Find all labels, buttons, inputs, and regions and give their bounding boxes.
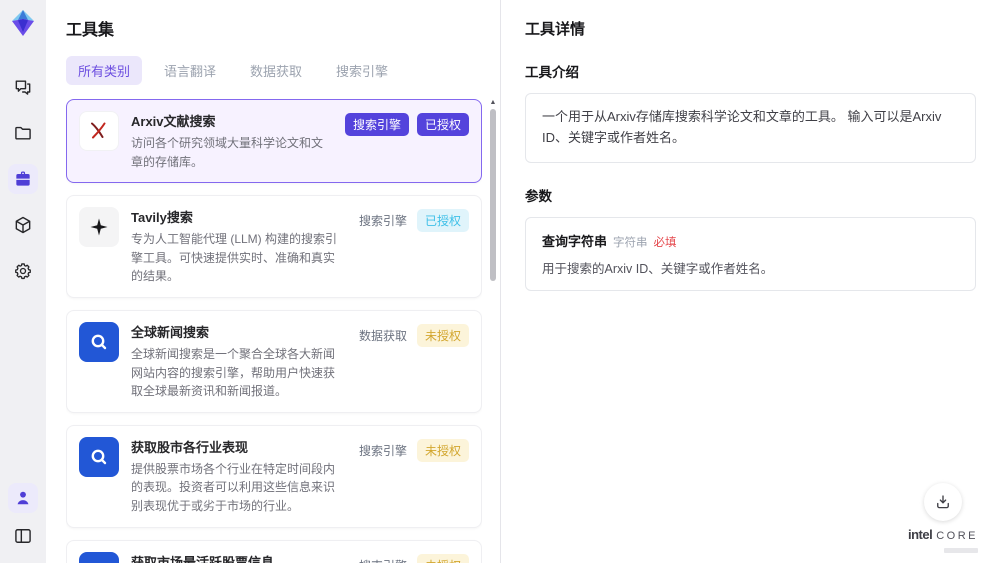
sidebar-bottom (8, 483, 38, 551)
auth-status-badge: 已授权 (416, 113, 469, 136)
auth-status-badge: 已授权 (416, 209, 469, 233)
category-badge: 搜索引擎 (358, 214, 407, 229)
tool-name: Arxiv文献搜索 (131, 114, 216, 129)
sidebar-item-files[interactable] (8, 118, 38, 148)
tool-card[interactable]: Tavily搜索专为人工智能代理 (LLM) 构建的搜索引擎工具。可快速提供实时… (66, 195, 482, 298)
tool-detail-panel: 工具详情 工具介绍 一个用于从Arxiv存储库搜索科学论文和文章的工具。 输入可… (500, 0, 1000, 563)
param-required-badge: 必填 (653, 236, 677, 249)
detail-title: 工具详情 (525, 21, 586, 38)
search-icon (79, 321, 119, 362)
tool-card[interactable]: Arxiv文献搜索访问各个研究领域大量科学论文和文章的存储库。 搜索引擎 已授权 (66, 99, 482, 184)
scroll-up-icon[interactable]: ▲ (488, 99, 498, 107)
tool-card[interactable]: 获取股市各行业表现提供股票市场各个行业在特定时间段内的表现。投资者可以利用这些信… (66, 424, 482, 528)
tool-badges: 搜索引擎未授权 (357, 437, 469, 516)
tool-badges: 搜索引擎未授权 (357, 552, 469, 563)
app-window: 工具集 所有类别 语言翻译 数据获取 搜索引擎 Arxiv文献搜索 访问各个研究领域大量… (0, 0, 1000, 563)
param-name: 查询字符串 (542, 233, 608, 249)
tool-card[interactable]: 全球新闻搜索全球新闻搜索是一个聚合全球各大新闻网站内容的搜索引擎，帮助用户快速获… (66, 309, 482, 413)
tab-category-1[interactable]: 语言翻译 (152, 56, 228, 85)
sidebar-nav (8, 72, 38, 286)
category-tabs: 所有类别 语言翻译 数据获取 搜索引擎 (66, 56, 500, 85)
download-icon (937, 495, 949, 509)
search-icon (79, 436, 119, 477)
user-icon (17, 491, 29, 505)
auth-status-badge: 未授权 (416, 323, 469, 347)
param-description: 用于搜索的Arxiv ID、关键字或作者姓名。 (542, 261, 774, 276)
download-button[interactable] (923, 483, 962, 521)
intel-core-logo: intel CORE (908, 527, 978, 542)
param-type: 字符串 (613, 236, 648, 249)
tool-name: 全球新闻搜索 (131, 324, 210, 340)
tool-description: 提供股票市场各个行业在特定时间段内的表现。投资者可以利用这些信息来识别表现优于或… (131, 461, 336, 513)
sidebar-rail (0, 0, 46, 563)
scrollbar-thumb[interactable] (490, 109, 496, 281)
tool-description: 专为人工智能代理 (LLM) 构建的搜索引擎工具。可快速提供实时、准确和真实的结… (131, 232, 338, 284)
param-head: 查询字符串 字符串 必填 (542, 231, 959, 250)
tools-panel: 工具集 所有类别 语言翻译 数据获取 搜索引擎 Arxiv文献搜索 访问各个研究领域大量… (46, 0, 500, 563)
core-wordmark: CORE (936, 530, 978, 542)
tool-name: Tavily搜索 (131, 210, 193, 226)
auth-status-badge: 未授权 (416, 553, 469, 563)
tool-name: 获取股市各行业表现 (131, 439, 249, 455)
briefcase-icon (16, 171, 30, 186)
sidebar-item-chat[interactable] (8, 72, 38, 102)
tool-card[interactable]: 获取市场最活跃股票信息提供当天交易量最高的股票列表，投资者可以利用这些信息来识别… (66, 539, 482, 563)
tab-category-0[interactable]: 所有类别 (66, 56, 143, 85)
sidebar-item-settings[interactable] (8, 256, 38, 286)
page-title: 工具集 (66, 22, 115, 39)
gear-icon (15, 263, 31, 280)
tab-category-2[interactable]: 数据获取 (238, 56, 314, 85)
intel-sub-badge (944, 548, 978, 553)
category-badge: 搜索引擎 (358, 443, 407, 458)
tool-intro-box: 一个用于从Arxiv存储库搜索科学论文和文章的工具。 输入可以是Arxiv ID… (525, 93, 976, 163)
param-box: 查询字符串 字符串 必填 用于搜索的Arxiv ID、关键字或作者姓名。 (525, 216, 976, 291)
tool-badges: 搜索引擎 已授权 (357, 207, 469, 286)
sidebar-item-models[interactable] (8, 210, 38, 240)
app-logo[interactable] (8, 8, 38, 38)
chat-icon (15, 80, 31, 95)
arxiv-icon (79, 111, 119, 151)
tool-badges: 数据获取 未授权 (357, 322, 469, 401)
intro-section-title: 工具介绍 (525, 65, 579, 80)
sidebar-item-tools[interactable] (8, 164, 38, 194)
folder-icon (15, 126, 31, 140)
sparkle-icon (79, 207, 119, 248)
tool-description: 全球新闻搜索是一个聚合全球各大新闻网站内容的搜索引擎，帮助用户快速获取全球最新资… (131, 346, 336, 399)
tool-list-wrap: Arxiv文献搜索 访问各个研究领域大量科学论文和文章的存储库。 搜索引擎 已授权 Ta… (66, 99, 500, 563)
corner-widgets: intel CORE (908, 483, 978, 553)
cube-icon (15, 216, 31, 234)
intel-wordmark: intel (907, 527, 933, 542)
scrollbar[interactable]: ▲ ▼ (488, 99, 498, 563)
panel-icon (15, 529, 31, 543)
params-section-title: 参数 (525, 188, 552, 204)
sidebar-item-panel-toggle[interactable] (8, 521, 38, 551)
auth-status-badge: 未授权 (416, 438, 469, 462)
sidebar-item-user[interactable] (8, 483, 38, 513)
category-badge: 搜索引擎 (357, 554, 409, 563)
tool-list: Arxiv文献搜索 访问各个研究领域大量科学论文和文章的存储库。 搜索引擎 已授权 Ta… (66, 99, 482, 563)
tool-badges: 搜索引擎 已授权 (344, 111, 469, 171)
category-badge: 数据获取 (358, 328, 407, 343)
tab-category-3[interactable]: 搜索引擎 (324, 56, 400, 85)
category-badge: 搜索引擎 (344, 113, 409, 136)
search-icon (79, 551, 119, 563)
tool-name: 获取市场最活跃股票信息 (131, 554, 275, 563)
tool-description: 访问各个研究领域大量科学论文和文章的存储库。 (131, 136, 324, 169)
